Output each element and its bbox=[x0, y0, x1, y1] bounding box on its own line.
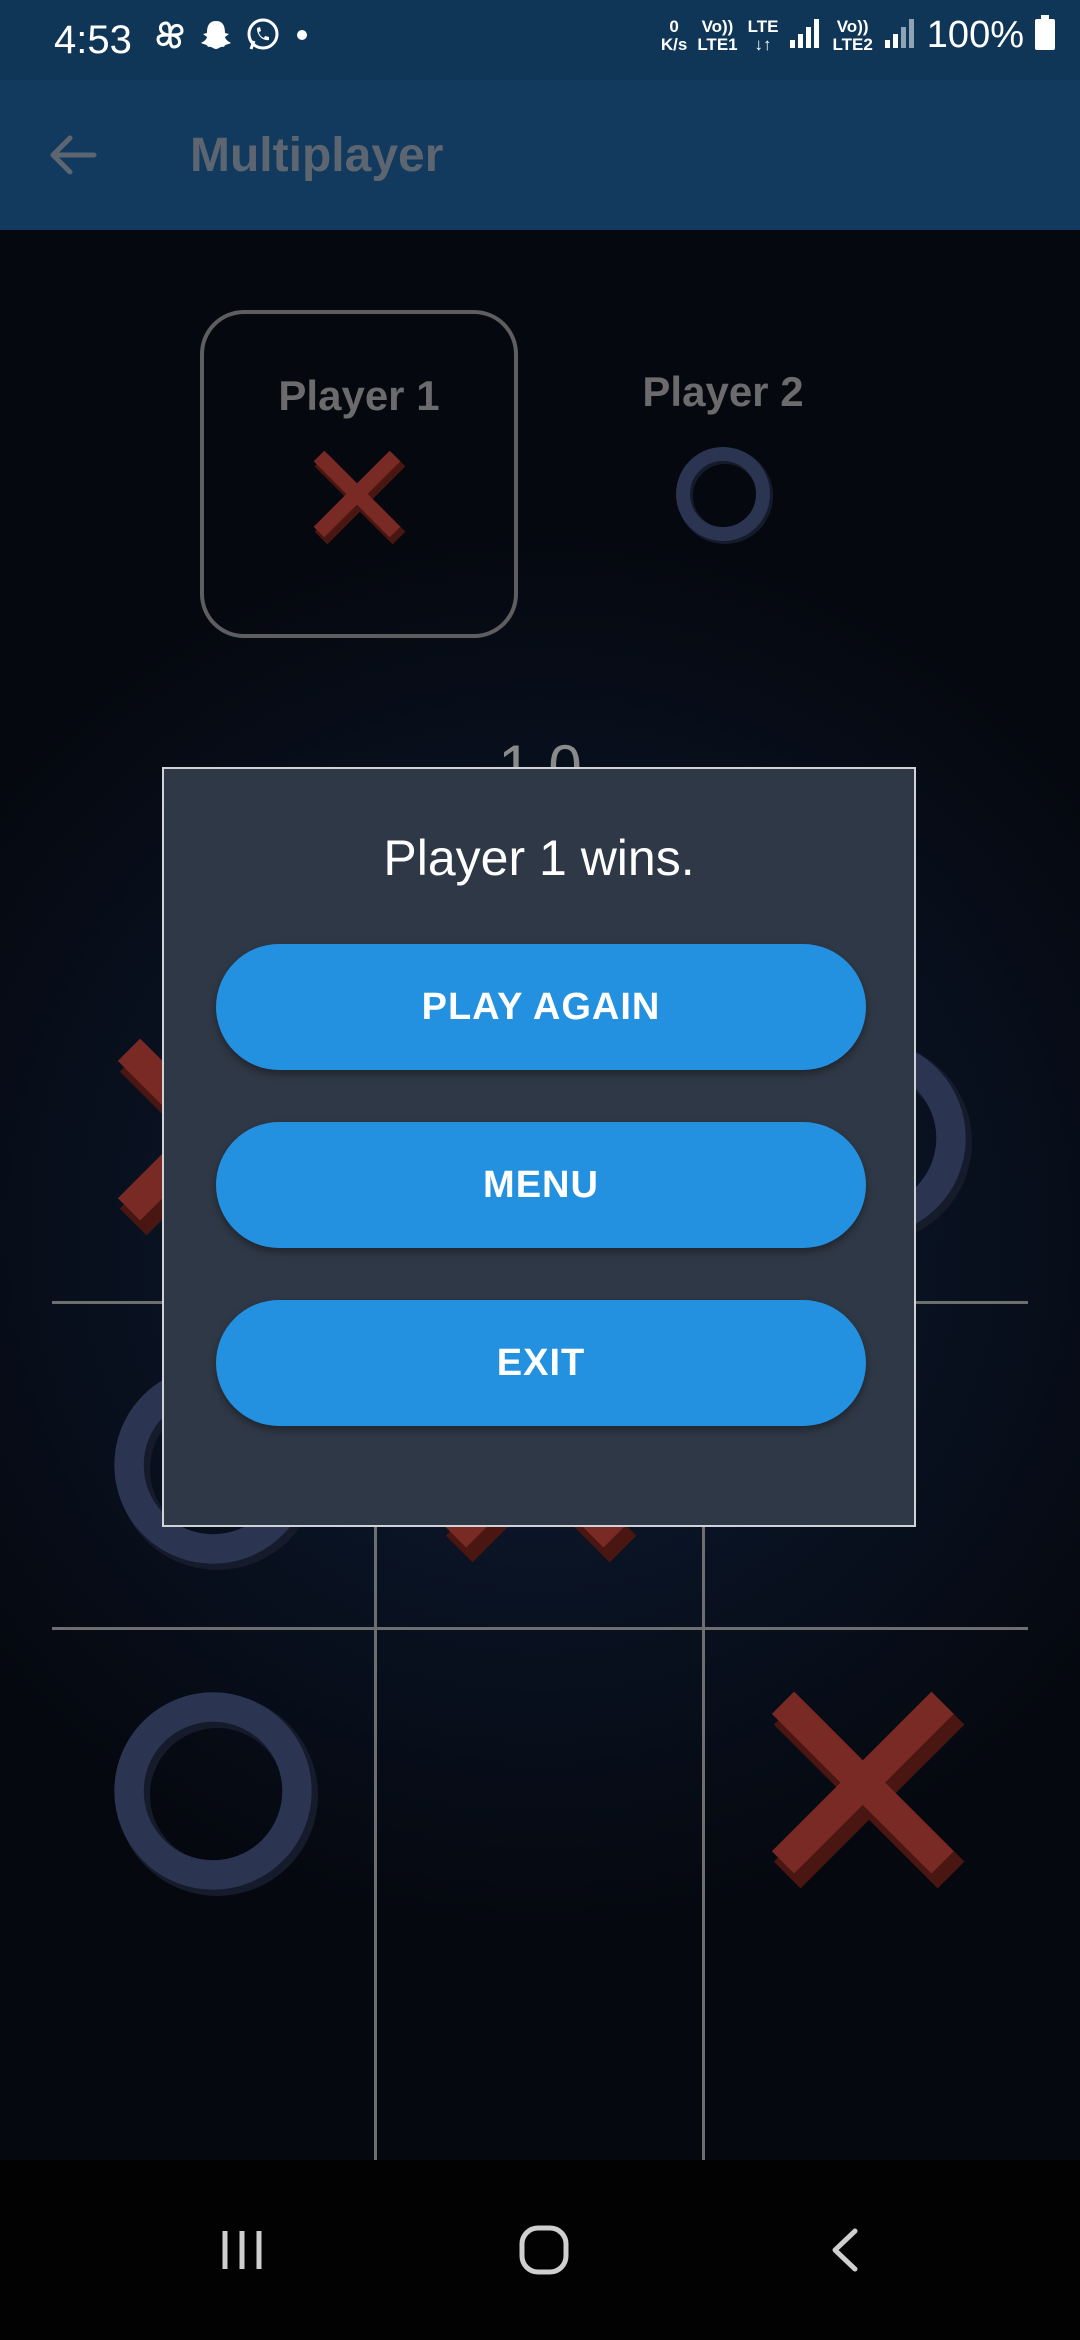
page-title: Multiplayer bbox=[190, 129, 444, 182]
player-1-card: Player 1 bbox=[200, 310, 518, 638]
sim1-volte: Vo)) LTE1 bbox=[697, 16, 738, 54]
o-mark-icon bbox=[568, 444, 878, 549]
sim2-volte: Vo)) LTE2 bbox=[832, 16, 873, 54]
status-time: 4:53 bbox=[54, 18, 132, 62]
x-mark-icon bbox=[771, 1691, 965, 1889]
menu-button[interactable]: MENU bbox=[216, 1122, 866, 1248]
player-2-card: Player 2 bbox=[568, 310, 878, 630]
player-1-name: Player 1 bbox=[278, 372, 440, 419]
o-mark-icon bbox=[114, 1692, 318, 1896]
more-notifications-dot-icon bbox=[292, 25, 312, 45]
pinwheel-icon bbox=[152, 17, 188, 53]
notification-icons bbox=[152, 16, 312, 54]
game-over-dialog: Player 1 wins. PLAY AGAIN MENU EXIT bbox=[162, 767, 916, 1527]
snapchat-icon bbox=[198, 17, 234, 53]
navigation-bar bbox=[0, 2160, 1080, 2340]
whatsapp-icon bbox=[244, 16, 282, 54]
signal-icon bbox=[883, 16, 917, 55]
battery-percent: 100% bbox=[926, 14, 1024, 56]
system-indicators: 0 K/s Vo)) LTE1 LTE ↓↑ Vo)) LTE2 100% bbox=[661, 14, 1056, 57]
board-cell-7[interactable] bbox=[50, 1628, 376, 1954]
lte-indicator: LTE ↓↑ bbox=[747, 16, 779, 54]
recent-apps-icon[interactable] bbox=[202, 2210, 282, 2290]
player-2-name: Player 2 bbox=[642, 368, 804, 415]
exit-button[interactable]: EXIT bbox=[216, 1300, 866, 1426]
back-arrow-icon[interactable] bbox=[44, 130, 104, 180]
x-mark-icon bbox=[204, 448, 514, 553]
network-speed: 0 K/s bbox=[660, 16, 688, 54]
signal-icon bbox=[788, 16, 822, 55]
app-bar: Multiplayer bbox=[0, 80, 1080, 230]
board-cell-8[interactable] bbox=[376, 1628, 702, 1954]
play-again-button[interactable]: PLAY AGAIN bbox=[216, 944, 866, 1070]
battery-icon bbox=[1034, 15, 1056, 56]
win-message: Player 1 wins. bbox=[383, 830, 695, 886]
status-bar: 4:53 0 K/s Vo)) LTE1 LTE ↓↑ Vo)) LTE2 10… bbox=[0, 0, 1080, 80]
back-icon[interactable] bbox=[806, 2210, 886, 2290]
board-cell-9[interactable] bbox=[704, 1628, 1030, 1954]
home-icon[interactable] bbox=[504, 2210, 584, 2290]
